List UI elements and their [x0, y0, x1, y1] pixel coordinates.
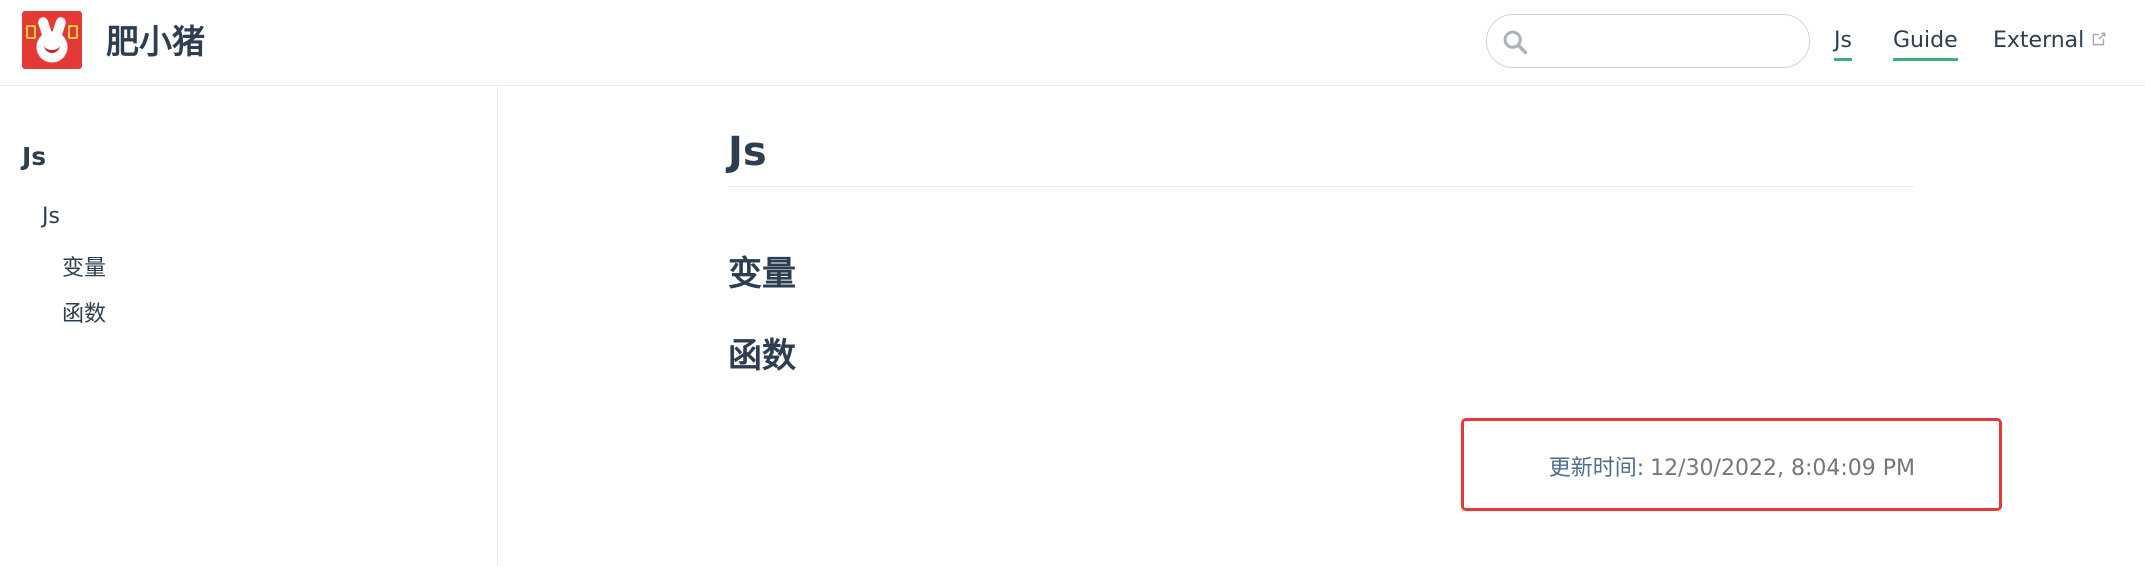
title-divider: [728, 186, 1915, 187]
sidebar-item-js[interactable]: Js: [42, 204, 60, 229]
logo-decoration-left: [26, 25, 36, 39]
last-updated: 更新时间: 12/30/2022, 8:04:09 PM: [1549, 454, 1915, 484]
logo-decoration-right: [68, 25, 78, 39]
search-input[interactable]: [1539, 23, 1799, 61]
nav-link-external-label: External: [1993, 28, 2085, 53]
logo-ear-right: [50, 15, 68, 41]
navbar: 肥小猪 Js Guide External: [0, 0, 2145, 86]
sidebar-heading[interactable]: Js: [22, 142, 46, 171]
nav-link-external[interactable]: External: [1993, 26, 2108, 56]
logo-mouth: [44, 45, 60, 53]
nav-link-guide[interactable]: Guide: [1893, 26, 1958, 61]
search-box[interactable]: [1486, 14, 1810, 68]
site-title[interactable]: 肥小猪: [106, 22, 205, 62]
sidebar-item-variables[interactable]: 变量: [62, 250, 106, 282]
heading-variables: 变量: [728, 254, 796, 294]
logo-ear-left: [36, 15, 54, 41]
last-updated-time: 12/30/2022, 8:04:09 PM: [1650, 456, 1915, 481]
page-title: Js: [728, 129, 767, 175]
sidebar-item-functions[interactable]: 函数: [62, 296, 106, 328]
site-logo[interactable]: [22, 11, 82, 69]
sidebar: Js Js 变量 函数: [0, 86, 498, 566]
last-updated-label: 更新时间:: [1548, 456, 1645, 481]
external-link-icon: [2092, 32, 2106, 46]
heading-functions: 函数: [728, 336, 796, 376]
search-icon: [1503, 30, 1528, 55]
nav-link-js[interactable]: Js: [1834, 26, 1852, 61]
